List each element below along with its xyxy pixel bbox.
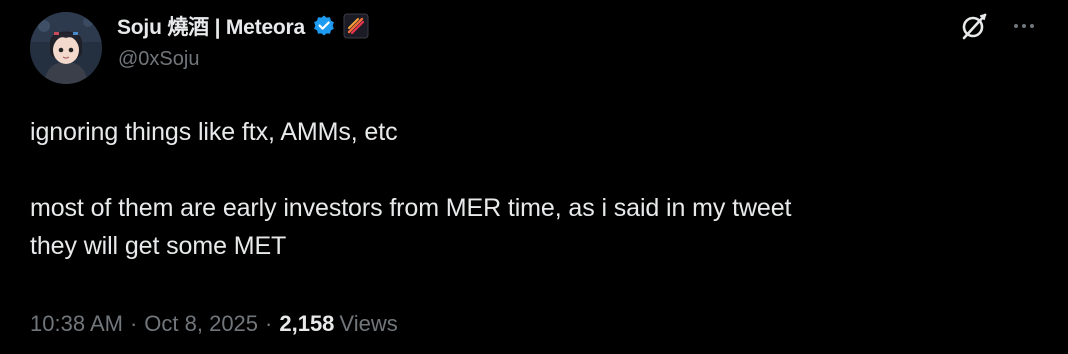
tweet-line: they will get some MET	[30, 232, 287, 260]
author-name-row: Soju 燒酒 | Meteora	[117, 11, 369, 41]
author-handle[interactable]: @0xSoju	[118, 48, 199, 71]
avatar-illustration-icon	[30, 12, 102, 84]
tweet-card: Soju 燒酒 | Meteora @0xSoju ignoring thing…	[0, 0, 1068, 354]
meta-separator: ·	[265, 311, 273, 336]
tweet-time[interactable]: 10:38 AM	[30, 311, 123, 337]
display-name[interactable]: Soju 燒酒 | Meteora	[117, 11, 305, 41]
tweet-line: most of them are early investors from ME…	[30, 194, 792, 222]
tweet-text: ignoring things like ftx, AMMs, etc most…	[30, 113, 1030, 265]
tweet-line: ignoring things like ftx, AMMs, etc	[30, 118, 398, 146]
meteora-affiliate-badge-icon[interactable]	[343, 13, 369, 39]
meta-separator: ·	[129, 311, 138, 336]
views-count[interactable]: 2,158	[279, 311, 334, 337]
views-label: Views	[339, 311, 398, 336]
grok-icon[interactable]	[958, 10, 990, 42]
tweet-meta: 10:38 AM · Oct 8, 2025 · 2,158 Views	[30, 311, 398, 337]
verified-badge-icon[interactable]	[312, 14, 336, 38]
top-actions	[958, 10, 1040, 42]
more-icon[interactable]	[1008, 10, 1040, 42]
avatar[interactable]	[30, 12, 102, 84]
tweet-date[interactable]: Oct 8, 2025	[144, 311, 258, 337]
